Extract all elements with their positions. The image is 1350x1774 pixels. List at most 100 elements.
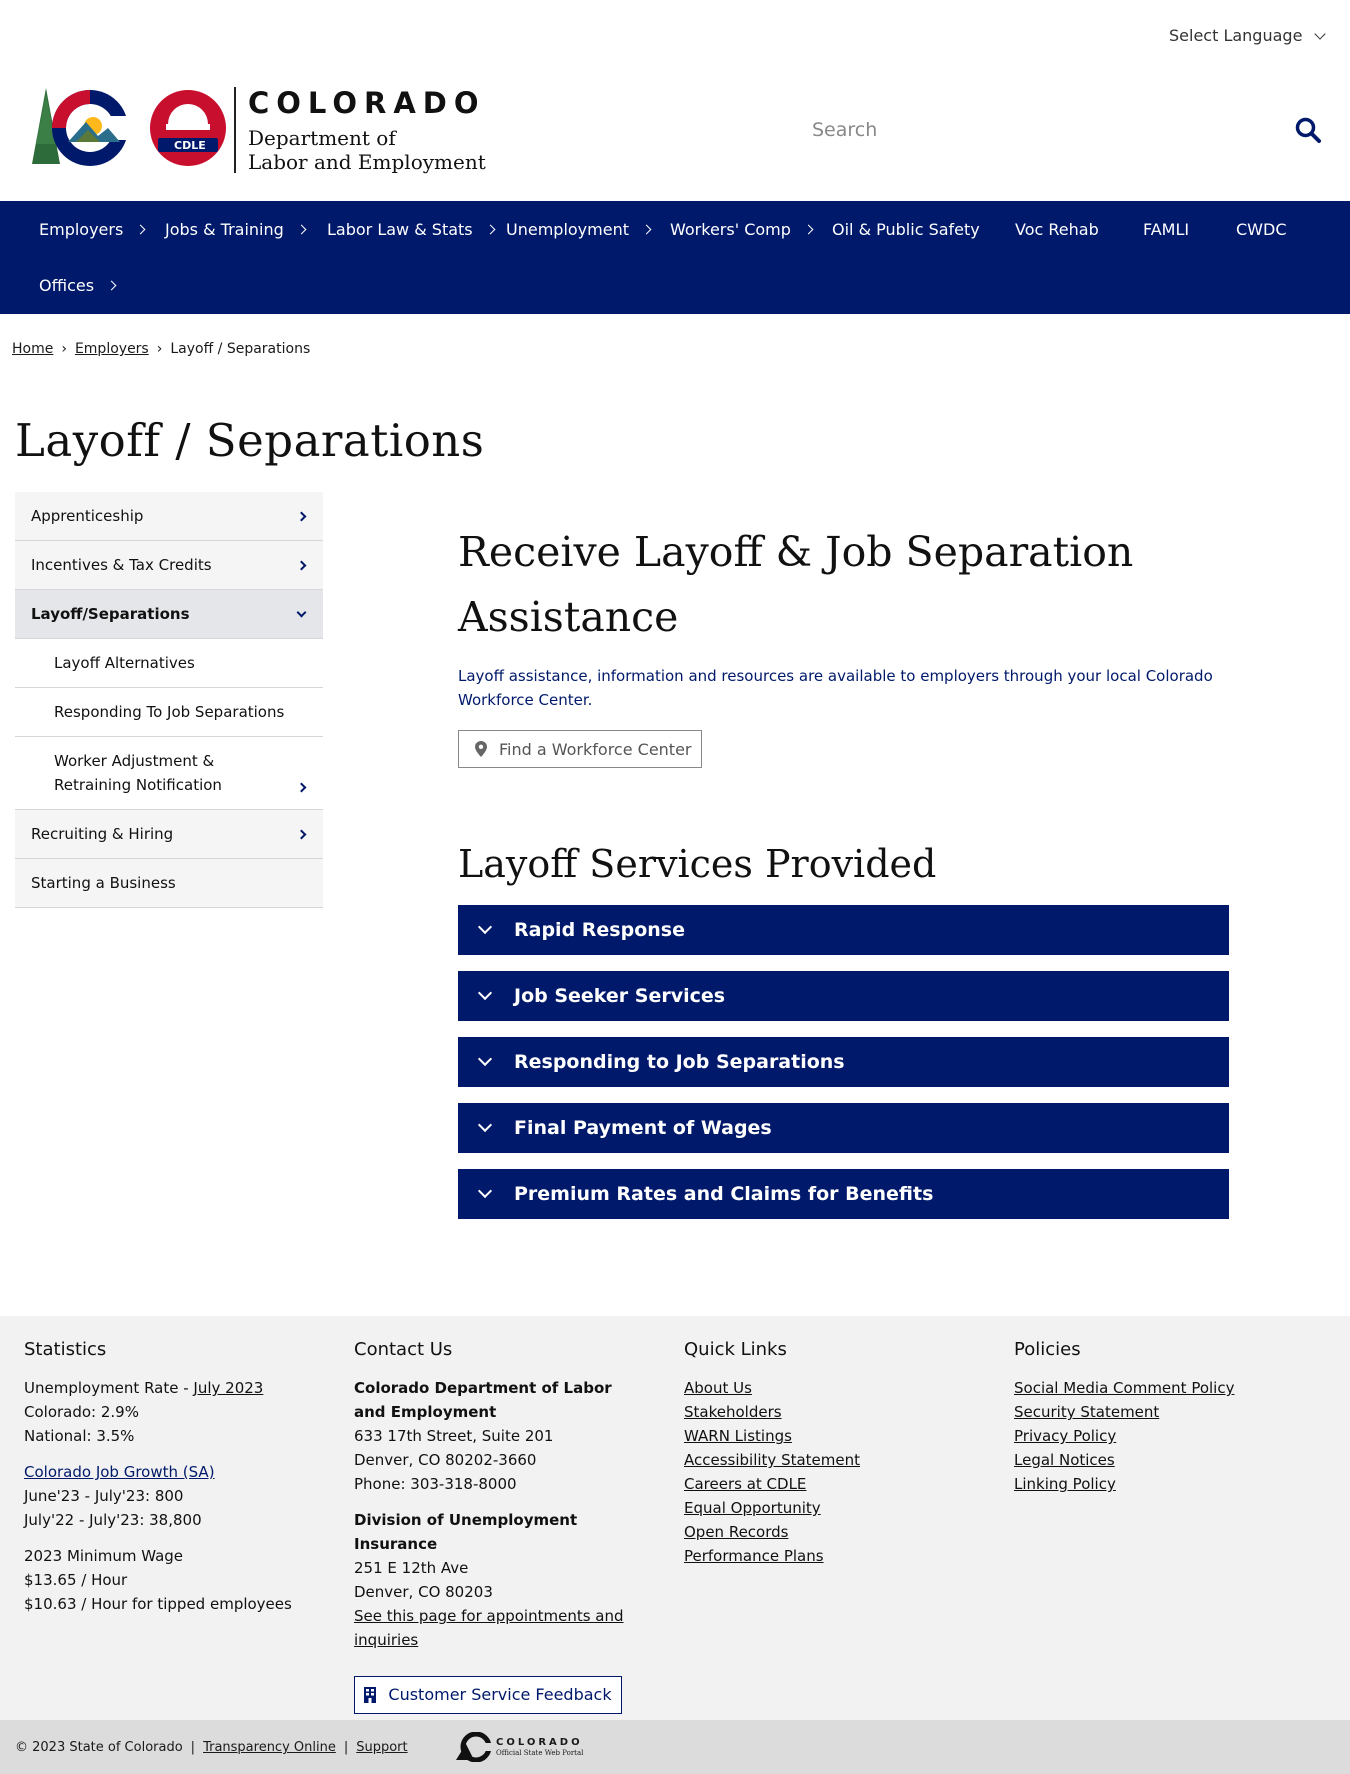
stat-growth-year: July'22 - July'23: 38,800: [24, 1511, 202, 1529]
sidebar-item-responding[interactable]: Responding To Job Separations: [15, 688, 323, 737]
footer-quick-links: Quick Links About Us Stakeholders WARN L…: [684, 1338, 964, 1568]
sidebar-item-label: Layoff/Separations: [31, 605, 190, 623]
transparency-link[interactable]: Transparency Online: [203, 1740, 336, 1755]
link-social-media-policy[interactable]: Social Media Comment Policy: [1014, 1376, 1314, 1400]
chevron-down-icon: [477, 1183, 493, 1199]
customer-feedback-button[interactable]: Customer Service Feedback: [354, 1676, 622, 1714]
nav-item-jobs-training[interactable]: Jobs & Training: [165, 201, 307, 257]
contact-division: Division of Unemployment Insurance: [354, 1511, 578, 1553]
nav-item-famli[interactable]: FAMLI: [1143, 201, 1189, 257]
link-stakeholders[interactable]: Stakeholders: [684, 1400, 964, 1424]
chevron-right-icon: [296, 224, 307, 234]
cdle-logo[interactable]: CDLE COLORADO Department of Labor and Em…: [28, 84, 506, 176]
link-warn-listings[interactable]: WARN Listings: [684, 1424, 964, 1448]
unemployment-month-link[interactable]: July 2023: [193, 1379, 263, 1397]
footer-heading: Statistics: [24, 1339, 107, 1360]
accordion-final-payment-wages[interactable]: Final Payment of Wages: [458, 1103, 1229, 1153]
chevron-right-icon: [803, 224, 814, 234]
nav-item-employers[interactable]: Employers: [39, 201, 146, 257]
breadcrumb-employers[interactable]: Employers: [75, 341, 149, 357]
state-portal-logo[interactable]: COLORADO Official State Web Portal: [454, 1732, 583, 1762]
customer-feedback-label: Customer Service Feedback: [388, 1685, 612, 1704]
accordion-job-seeker-services[interactable]: Job Seeker Services: [458, 971, 1229, 1021]
breadcrumb-current: Layoff / Separations: [170, 341, 311, 357]
min-wage-hourly: $13.65 / Hour: [24, 1571, 128, 1589]
find-workforce-center-label: Find a Workforce Center: [499, 739, 692, 759]
accordion-label: Responding to Job Separations: [514, 1051, 845, 1073]
link-privacy-policy[interactable]: Privacy Policy: [1014, 1424, 1314, 1448]
link-about-us[interactable]: About Us: [684, 1376, 964, 1400]
nav-item-oil-public-safety[interactable]: Oil & Public Safety: [832, 201, 980, 257]
nav-label: Voc Rehab: [1015, 219, 1099, 239]
chevron-down-icon: [477, 985, 493, 1001]
portal-text: COLORADO Official State Web Portal: [496, 1737, 583, 1758]
sidebar-item-layoff-separations[interactable]: Layoff/Separations: [15, 590, 323, 639]
colorado-c-logo-icon: [32, 88, 226, 166]
link-equal-opportunity[interactable]: Equal Opportunity: [684, 1496, 964, 1520]
unemployment-rate-label: Unemployment Rate -: [24, 1379, 194, 1397]
link-security-statement[interactable]: Security Statement: [1014, 1400, 1314, 1424]
nav-item-cwdc[interactable]: CWDC: [1236, 201, 1286, 257]
breadcrumb-separator-icon: ›: [61, 341, 67, 357]
accordion-responding-job-separations[interactable]: Responding to Job Separations: [458, 1037, 1229, 1087]
sidebar-item-apprenticeship[interactable]: Apprenticeship: [15, 492, 323, 541]
language-select[interactable]: Select Language: [1169, 26, 1327, 45]
nav-label: Workers' Comp: [670, 219, 791, 239]
chevron-right-icon: [485, 224, 496, 234]
link-open-records[interactable]: Open Records: [684, 1520, 964, 1544]
nav-item-voc-rehab[interactable]: Voc Rehab: [1015, 201, 1099, 257]
accordion-label: Job Seeker Services: [514, 985, 726, 1007]
link-careers[interactable]: Careers at CDLE: [684, 1472, 964, 1496]
nav-label: Jobs & Training: [165, 219, 284, 239]
chevron-down-icon: [477, 919, 493, 935]
division-address-2: Denver, CO 80203: [354, 1583, 493, 1601]
chevron-right-icon: [296, 829, 307, 839]
services-accordion: Rapid Response Job Seeker Services Respo…: [458, 905, 1229, 1235]
search-input[interactable]: [812, 119, 1252, 141]
logo-marks: CDLE: [28, 84, 232, 176]
find-workforce-center-button[interactable]: Find a Workforce Center: [458, 730, 702, 768]
chevron-down-icon: [477, 1117, 493, 1133]
lead-text: Layoff assistance, information and resou…: [458, 667, 1213, 709]
nav-item-offices[interactable]: Offices: [39, 257, 117, 313]
footer-heading: Policies: [1014, 1339, 1081, 1360]
footer-policies: Policies Social Media Comment Policy Sec…: [1014, 1338, 1314, 1496]
nav-item-workers-comp[interactable]: Workers' Comp: [670, 201, 814, 257]
breadcrumb-home[interactable]: Home: [12, 341, 53, 357]
nav-label: Labor Law & Stats: [327, 219, 473, 239]
chevron-right-icon: [296, 782, 307, 793]
portal-title: COLORADO: [496, 1736, 583, 1748]
division-address-1: 251 E 12th Ave: [354, 1559, 469, 1577]
sidebar-item-incentives[interactable]: Incentives & Tax Credits: [15, 541, 323, 590]
map-pin-icon: [475, 741, 487, 757]
logo-badge-text: CDLE: [174, 139, 206, 152]
support-link[interactable]: Support: [356, 1740, 407, 1755]
nav-label: FAMLI: [1143, 219, 1190, 239]
link-accessibility[interactable]: Accessibility Statement: [684, 1448, 964, 1472]
nav-item-labor-law-stats[interactable]: Labor Law & Stats: [327, 201, 496, 257]
logo-text: COLORADO Department of Labor and Employm…: [234, 86, 486, 174]
sidebar-item-starting-business[interactable]: Starting a Business: [15, 859, 323, 908]
nav-label: Unemployment: [506, 219, 629, 239]
search-icon[interactable]: [1294, 116, 1322, 144]
footer-heading: Quick Links: [684, 1339, 787, 1360]
link-legal-notices[interactable]: Legal Notices: [1014, 1448, 1314, 1472]
language-label: Select Language: [1169, 26, 1303, 45]
appointments-link[interactable]: See this page for appointments and inqui…: [354, 1604, 624, 1652]
link-performance-plans[interactable]: Performance Plans: [684, 1544, 964, 1568]
accordion-rapid-response[interactable]: Rapid Response: [458, 905, 1229, 955]
accordion-premium-rates[interactable]: Premium Rates and Claims for Benefits: [458, 1169, 1229, 1219]
sidebar-item-layoff-alternatives[interactable]: Layoff Alternatives: [15, 639, 323, 688]
sidebar-item-warn[interactable]: Worker Adjustment & Retraining Notificat…: [15, 737, 323, 810]
sidebar-item-recruiting[interactable]: Recruiting & Hiring: [15, 810, 323, 859]
services-heading: Layoff Services Provided: [458, 842, 937, 886]
sidebar-item-label: Responding To Job Separations: [54, 703, 285, 721]
link-linking-policy[interactable]: Linking Policy: [1014, 1472, 1314, 1496]
nav-item-unemployment[interactable]: Unemployment: [506, 201, 652, 257]
job-growth-link[interactable]: Colorado Job Growth (SA): [24, 1460, 324, 1484]
bottom-bar: © 2023 State of Colorado | Transparency …: [0, 1720, 1350, 1774]
footer-contact: Contact Us Colorado Department of Labor …: [354, 1338, 644, 1714]
main-nav: Employers Jobs & Training Labor Law & St…: [0, 201, 1350, 314]
